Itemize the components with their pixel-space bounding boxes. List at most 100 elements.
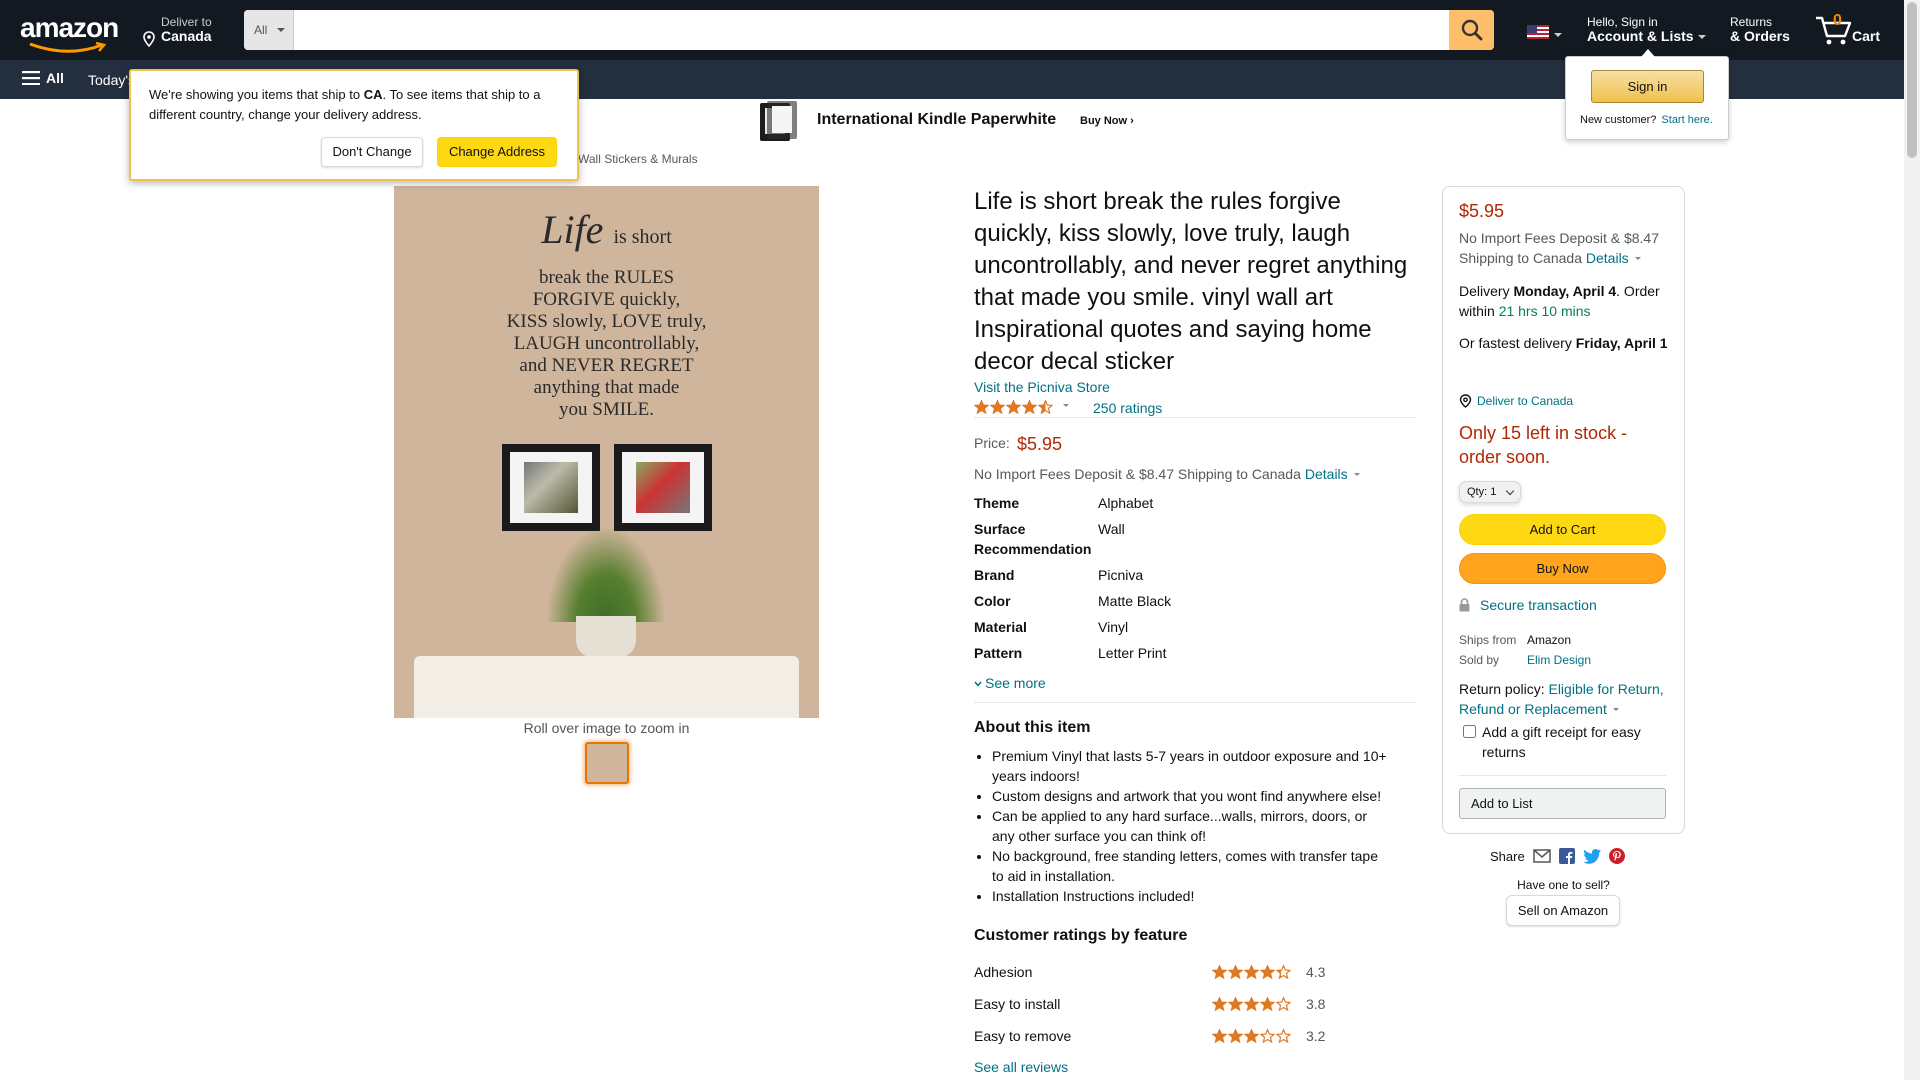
returns-line1: Returns [1730, 15, 1773, 29]
pinterest-share-icon[interactable] [1608, 848, 1625, 864]
feature-name: Adhesion [974, 964, 1033, 980]
see-all-reviews-link[interactable]: See all reviews [974, 1059, 1068, 1075]
sold-by-label: Sold by [1459, 653, 1500, 667]
image-quote-text: Life is short break the RULES FORGIVE qui… [394, 208, 819, 421]
kindle-device-icon [760, 101, 797, 141]
scrollbar-thumb[interactable] [1907, 2, 1917, 158]
product-specs: Theme Alphabet Surface Recommendation Wall B… [974, 493, 1394, 669]
star-icon [1260, 1029, 1275, 1043]
change-address-button[interactable]: Change Address [437, 137, 557, 167]
dont-change-button[interactable]: Don't Change [321, 137, 423, 167]
page-scrollbar[interactable] [1904, 0, 1920, 1080]
search-button[interactable] [1449, 10, 1494, 50]
star-icon [1228, 997, 1243, 1011]
star-icon [1022, 400, 1037, 414]
language-caret-icon[interactable] [1554, 33, 1562, 41]
feature-score: 4.3 [1306, 964, 1326, 980]
signin-button[interactable]: Sign in [1591, 70, 1704, 103]
store-link[interactable]: Visit the Picniva Store [974, 379, 1110, 395]
search-input[interactable] [295, 10, 1443, 50]
cart-button[interactable]: 0 Cart [1815, 12, 1895, 48]
buy-now-button[interactable]: Buy Now [1459, 553, 1666, 584]
chevron-down-icon[interactable] [1353, 473, 1360, 479]
buybox-price: $5.95 [1459, 201, 1505, 221]
deliver-to-link[interactable]: Deliver to Canada [1459, 394, 1573, 408]
spec-key: Brand [974, 567, 1015, 583]
about-list: Premium Vinyl that lasts 5-7 years in ou… [992, 746, 1392, 906]
price-value: $5.95 [1017, 434, 1063, 454]
star-icon [1038, 400, 1053, 414]
email-share-icon[interactable] [1532, 849, 1551, 863]
facebook-share-icon[interactable] [1558, 848, 1575, 864]
ships-from-sold-by: Ships from Amazon Sold by Elim Design [1459, 630, 1591, 670]
todays-deals-link[interactable]: Today's [88, 72, 135, 88]
chevron-down-icon[interactable] [1612, 708, 1619, 714]
secure-link[interactable]: Secure transaction [1480, 597, 1597, 613]
location-pin-icon [1459, 394, 1472, 408]
details-link[interactable]: Details [1305, 466, 1348, 482]
quote-line: break the RULES [538, 267, 675, 288]
see-more-label[interactable]: See more [985, 675, 1046, 691]
sold-by-link[interactable]: Elim Design [1527, 653, 1591, 667]
all-menu-button[interactable]: All [22, 70, 64, 86]
add-to-list-button[interactable]: Add to List [1459, 788, 1666, 819]
feature-rating-row: Easy to install 3.8 [974, 996, 1344, 1016]
star-icon [1276, 965, 1291, 979]
kindle-banner[interactable]: International Kindle Paperwhite Buy Now … [757, 101, 1137, 143]
gift-receipt-checkbox[interactable] [1463, 725, 1476, 738]
spec-value: Letter Print [1098, 645, 1167, 661]
account-lists[interactable]: Hello, Sign in Account & Lists [1587, 15, 1706, 43]
product-rating-stars[interactable] [974, 400, 1053, 414]
about-title: About this item [974, 719, 1091, 736]
breadcrumb[interactable]: Wall Stickers & Murals [578, 152, 698, 166]
secure-transaction[interactable]: Secure transaction [1459, 597, 1597, 613]
spec-row: Surface Recommendation Wall [974, 519, 1394, 559]
banner-buy-now[interactable]: Buy Now › [1080, 115, 1134, 127]
fastest-delivery: Or fastest delivery Friday, April 1 [1459, 333, 1671, 353]
deliver-to-text[interactable]: Deliver to Canada [1477, 394, 1573, 408]
star-icon [1276, 1029, 1291, 1043]
picture-frame-right [614, 444, 712, 531]
deliver-to[interactable]: Deliver to Canada [143, 15, 212, 47]
divider [974, 417, 1416, 418]
search-category-dropdown[interactable]: All [244, 10, 294, 50]
rating-chevron-icon[interactable] [1063, 404, 1069, 410]
ships-from-value: Amazon [1527, 633, 1572, 647]
image-thumbnail[interactable] [585, 742, 629, 784]
breadcrumb-item[interactable]: Wall Stickers & Murals [578, 152, 698, 166]
ship-country-popover: We're showing you items that ship to CA.… [129, 69, 579, 181]
chevron-down-icon [1697, 35, 1706, 43]
order-countdown: 21 hrs 10 mins [1498, 303, 1591, 319]
price-label: Price: [974, 435, 1010, 451]
feature-stars [1212, 965, 1291, 979]
star-icon [1260, 997, 1275, 1011]
returns-line2: & Orders [1730, 28, 1790, 44]
spec-row: Theme Alphabet [974, 493, 1394, 513]
twitter-share-icon[interactable] [1583, 848, 1601, 864]
sell-on-amazon-button[interactable]: Sell on Amazon [1506, 895, 1620, 926]
amazon-logo[interactable]: amazon [20, 12, 119, 53]
buybox-details-link[interactable]: Details [1586, 250, 1629, 266]
start-here-link[interactable]: Start here. [1661, 114, 1712, 126]
star-icon [990, 400, 1005, 414]
see-more-link[interactable]: See more [974, 675, 1046, 691]
us-flag-icon[interactable] [1527, 25, 1549, 39]
import-fees: No Import Fees Deposit & $8.47 Shipping … [974, 466, 1301, 482]
quantity-select[interactable]: Qty: 1 [1459, 481, 1521, 503]
cart-label: Cart [1852, 28, 1881, 44]
gift-receipt[interactable]: Add a gift receipt for easy returns [1463, 722, 1663, 762]
deliver-label: Deliver to [161, 15, 212, 29]
spec-row: Brand Picniva [974, 565, 1394, 585]
share-row: Share [1490, 848, 1625, 864]
ratings-count-link[interactable]: 250 ratings [1093, 400, 1162, 416]
cart-count: 0 [1833, 12, 1842, 29]
add-to-cart-button[interactable]: Add to Cart [1459, 514, 1666, 545]
star-icon [1260, 965, 1275, 979]
return-policy: Return policy: Eligible for Return, Refu… [1459, 679, 1674, 719]
chevron-down-icon[interactable] [1634, 257, 1641, 263]
star-icon [1228, 1029, 1243, 1043]
returns-orders[interactable]: Returns & Orders [1730, 15, 1790, 43]
account-greeting: Hello, Sign in [1587, 15, 1658, 29]
product-main-image[interactable]: Life is short break the RULES FORGIVE qui… [394, 186, 819, 718]
quote-life: Life [541, 207, 604, 252]
